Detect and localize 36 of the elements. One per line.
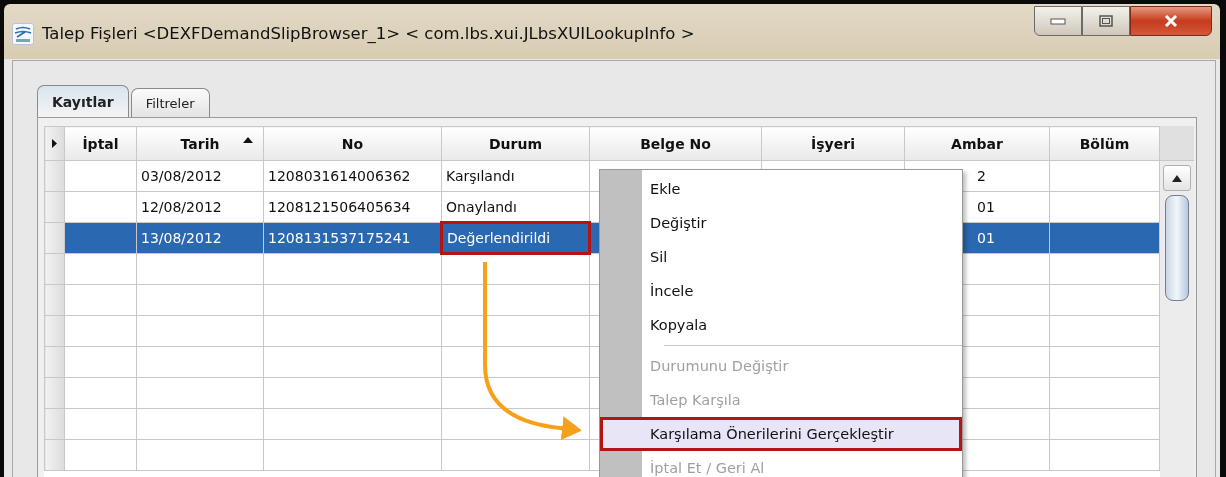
tab[interactable]: Filtreler [130,88,210,117]
maximize-button[interactable] [1082,6,1130,36]
menu-item[interactable]: İncele [600,274,962,308]
column-header[interactable]: Ambar [904,126,1050,161]
table-cell: 1208131537175241 [263,222,442,254]
column-header[interactable]: İşyeri [761,126,905,161]
menu-item[interactable]: Karşılama Önerilerini Gerçekleştir [600,417,962,451]
scrollbar-thumb[interactable] [1165,195,1189,301]
table-cell: 13/08/2012 [136,222,264,254]
column-header[interactable]: No [263,126,442,161]
header-corner [1160,126,1194,161]
close-button[interactable] [1130,6,1212,36]
scroll-up-button[interactable] [1163,165,1191,191]
table-cell: 12/08/2012 [136,191,264,223]
column-header[interactable]: Bölüm [1049,126,1160,161]
table-cell: 1208121506405634 [263,191,442,223]
column-header[interactable]: Belge No [589,126,762,161]
minimize-icon [1050,17,1066,25]
vertical-scrollbar[interactable] [1160,126,1194,477]
column-header[interactable]: Durum [441,126,590,161]
row-pointer-icon [52,139,57,148]
close-icon [1163,14,1179,28]
table-cell: 03/08/2012 [136,160,264,192]
table-cell: Karşılandı [441,160,590,192]
window-title: Talep Fişleri <DEXFDemandSlipBrowser_1> < com.lbs.xui.JLbsXUILookupInfo > [42,24,695,43]
tab[interactable]: Kayıtlar [37,85,129,117]
column-header[interactable]: Tarih [136,126,264,161]
sort-ascending-icon [243,137,253,143]
up-arrow-icon [1172,174,1182,182]
maximize-icon [1099,15,1113,27]
app-logo-icon [12,23,34,45]
minimize-button[interactable] [1034,6,1082,36]
table-cell: 1208031614006362 [263,160,442,192]
table-cell: Değerlendirildi [441,222,590,254]
column-header[interactable]: İptal [64,126,137,161]
menu-item[interactable]: Kopyala [600,308,962,342]
